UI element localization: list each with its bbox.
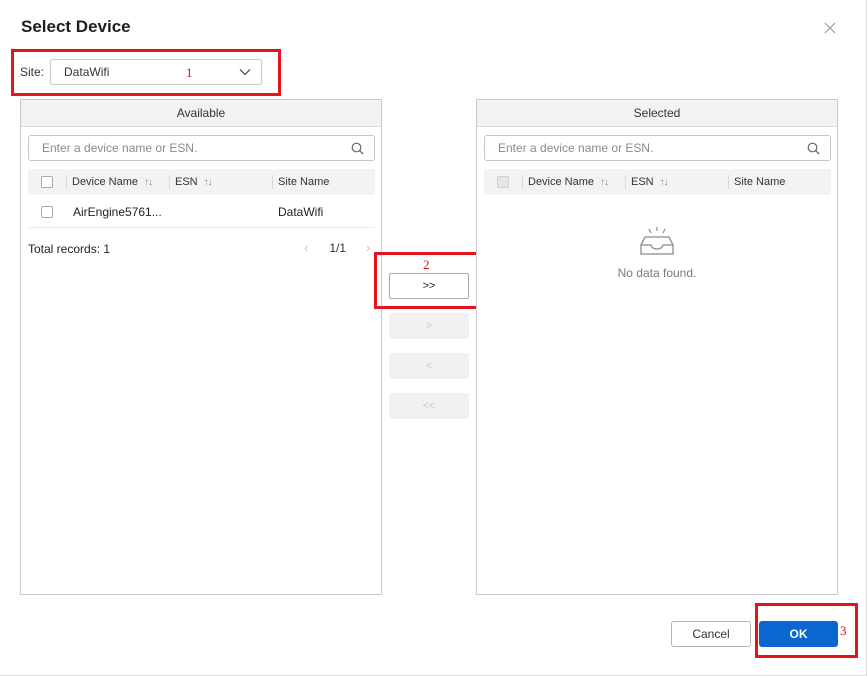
dialog-title: Select Device <box>21 17 131 36</box>
column-site-name-label: Site Name <box>734 176 786 188</box>
selected-search <box>484 135 831 161</box>
annotation-3: 3 <box>840 623 847 638</box>
column-site-name-label: Site Name <box>278 176 330 188</box>
selected-panel: Selected Device Name ↑↓ ESN ↑↓ <box>476 99 838 595</box>
search-icon[interactable] <box>351 142 364 155</box>
selected-header: Selected <box>477 100 837 127</box>
available-panel: Available Device Name ↑↓ ESN ↑↓ <box>20 99 382 595</box>
sort-icon[interactable]: ↑↓ <box>204 177 213 188</box>
column-esn[interactable]: ESN ↑↓ <box>625 169 728 195</box>
column-device-name-label: Device Name <box>528 176 595 188</box>
sort-icon[interactable]: ↑↓ <box>144 177 153 188</box>
column-site-name: Site Name <box>272 169 375 195</box>
select-device-dialog: Select Device Site: DataWifi 1 Available <box>0 0 867 676</box>
search-icon[interactable] <box>807 142 820 155</box>
column-esn-label: ESN <box>631 176 654 188</box>
column-esn-label: ESN <box>175 176 198 188</box>
site-name-cell: DataWifi <box>278 205 324 219</box>
selected-table-header: Device Name ↑↓ ESN ↑↓ Site Name <box>484 169 831 195</box>
pagination: ‹ 1/1 › <box>304 240 370 255</box>
table-row[interactable]: AirEngine5761... DataWifi <box>28 197 375 228</box>
column-device-name[interactable]: Device Name ↑↓ <box>522 169 625 195</box>
select-all-checkbox <box>497 176 509 188</box>
row-checkbox[interactable] <box>41 206 53 218</box>
sort-icon[interactable]: ↑↓ <box>660 177 669 188</box>
remove-button[interactable]: < <box>389 353 469 379</box>
annotation-2: 2 <box>423 257 430 272</box>
empty-text: No data found. <box>617 266 697 280</box>
add-button[interactable]: > <box>389 313 469 339</box>
page-indicator: 1/1 <box>329 240 347 255</box>
highlight-box-2 <box>374 252 485 309</box>
highlight-box-1 <box>11 49 281 96</box>
available-search <box>28 135 375 161</box>
empty-state: No data found. <box>477 225 837 280</box>
total-records: Total records: 1 <box>28 242 111 256</box>
column-site-name: Site Name <box>728 169 831 195</box>
close-icon[interactable] <box>823 21 837 35</box>
select-all-checkbox[interactable] <box>41 176 53 188</box>
column-device-name[interactable]: Device Name ↑↓ <box>66 169 169 195</box>
next-page-icon[interactable]: › <box>366 240 370 255</box>
annotation-1: 1 <box>186 65 193 80</box>
remove-all-button[interactable]: << <box>389 393 469 419</box>
column-device-name-label: Device Name <box>72 176 139 188</box>
cancel-button[interactable]: Cancel <box>671 621 751 647</box>
device-name-cell: AirEngine5761... <box>73 205 162 219</box>
prev-page-icon[interactable]: ‹ <box>304 240 308 255</box>
available-search-input[interactable] <box>42 141 322 155</box>
sort-icon[interactable]: ↑↓ <box>600 177 609 188</box>
empty-inbox-icon <box>640 227 674 255</box>
column-esn[interactable]: ESN ↑↓ <box>169 169 272 195</box>
selected-search-input[interactable] <box>498 141 778 155</box>
available-table-header: Device Name ↑↓ ESN ↑↓ Site Name <box>28 169 375 195</box>
available-header: Available <box>21 100 381 127</box>
